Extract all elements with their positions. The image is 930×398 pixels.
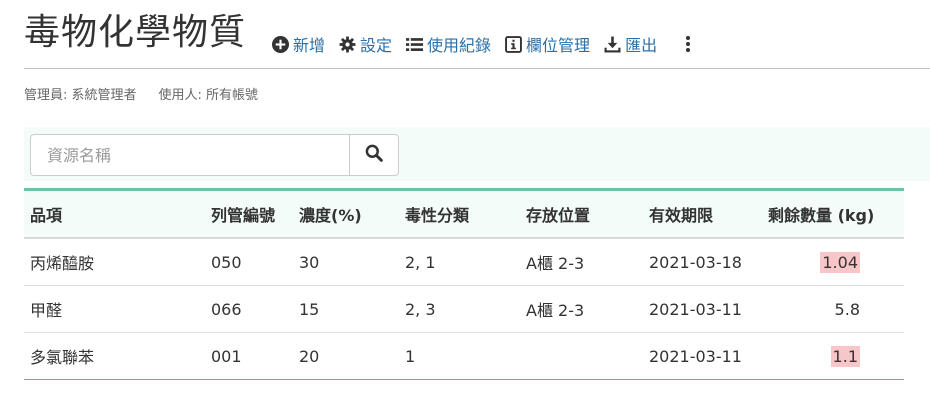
settings-button[interactable]: 設定	[339, 32, 392, 56]
low-quantity-badge: 1.04	[820, 251, 860, 273]
column-manage-button-label: 欄位管理	[526, 36, 591, 55]
inventory-table: 品項 列管編號 濃度(%) 毒性分類 存放位置 有效期限 剩餘數量 (kg) 丙…	[24, 188, 904, 380]
low-quantity-badge: 1.1	[830, 345, 860, 367]
column-header-id[interactable]: 列管編號	[205, 189, 293, 239]
cell-expiry: 2021-03-11	[643, 332, 751, 380]
quantity-value: 5.8	[834, 299, 860, 319]
cell-id: 001	[205, 332, 293, 380]
cell-item[interactable]: 丙烯醯胺	[24, 238, 205, 286]
cell-id: 050	[205, 238, 293, 286]
search-icon	[365, 144, 383, 166]
add-button[interactable]: 新增	[272, 32, 325, 56]
table-row[interactable]: 多氯聯苯 001 20 1 2021-03-11 1.1	[24, 332, 904, 380]
cell-remaining: 5.8	[751, 285, 904, 333]
export-button-label: 匯出	[625, 36, 658, 55]
toolbar: 新增 設定 使用紀錄 欄位管理 匯出	[272, 32, 695, 56]
cell-concentration: 15	[293, 285, 399, 333]
add-button-label: 新增	[293, 36, 326, 55]
cell-concentration: 30	[293, 238, 399, 286]
cell-toxicity: 2, 3	[399, 285, 520, 333]
admin-label: 管理員: 系統管理者	[24, 88, 137, 103]
column-manage-button[interactable]: 欄位管理	[505, 32, 590, 56]
cell-id: 066	[205, 285, 293, 333]
settings-button-label: 設定	[360, 36, 393, 55]
page-title: 毒物化學物質	[24, 12, 247, 53]
cell-remaining: 1.1	[751, 332, 904, 380]
info-icon	[505, 35, 522, 53]
user-label: 使用人: 所有帳號	[158, 88, 259, 103]
owner-info: 管理員: 系統管理者 使用人: 所有帳號	[24, 84, 258, 103]
column-header-remaining[interactable]: 剩餘數量 (kg)	[751, 189, 904, 239]
list-icon	[406, 36, 424, 53]
usage-log-button-label: 使用紀錄	[427, 36, 492, 55]
cell-expiry: 2021-03-18	[643, 238, 751, 286]
column-header-location[interactable]: 存放位置	[520, 189, 643, 239]
cell-location	[520, 332, 643, 380]
column-header-toxicity[interactable]: 毒性分類	[399, 189, 520, 239]
header-divider	[24, 68, 930, 69]
cell-location: A櫃 2-3	[520, 238, 643, 286]
search-button[interactable]	[349, 134, 399, 176]
cell-toxicity: 1	[399, 332, 520, 380]
cell-item[interactable]: 甲醛	[24, 285, 205, 333]
download-icon	[604, 36, 621, 53]
table-row[interactable]: 甲醛 066 15 2, 3 A櫃 2-3 2021-03-11 5.8	[24, 285, 904, 333]
cell-remaining: 1.04	[751, 238, 904, 286]
gear-icon	[339, 36, 356, 53]
column-header-expiry[interactable]: 有效期限	[643, 189, 751, 239]
usage-log-button[interactable]: 使用紀錄	[406, 32, 491, 56]
cell-location: A櫃 2-3	[520, 285, 643, 333]
search-input[interactable]	[30, 134, 350, 176]
vertical-ellipsis-icon[interactable]	[681, 34, 695, 54]
page-header: 毒物化學物質 新增 設定 使用紀錄 欄位管理 匯出	[0, 0, 930, 70]
page: 毒物化學物質 新增 設定 使用紀錄 欄位管理 匯出 管理員: 系統管理者 使用人…	[0, 0, 930, 398]
cell-expiry: 2021-03-11	[643, 285, 751, 333]
table-header-row: 品項 列管編號 濃度(%) 毒性分類 存放位置 有效期限 剩餘數量 (kg)	[24, 189, 904, 239]
column-header-item[interactable]: 品項	[24, 189, 205, 239]
plus-circle-icon	[272, 35, 289, 53]
export-button[interactable]: 匯出	[604, 32, 657, 56]
column-header-concentration[interactable]: 濃度(%)	[293, 189, 399, 239]
cell-toxicity: 2, 1	[399, 238, 520, 286]
search-bar	[24, 127, 930, 181]
table-row[interactable]: 丙烯醯胺 050 30 2, 1 A櫃 2-3 2021-03-18 1.04	[24, 238, 904, 286]
cell-concentration: 20	[293, 332, 399, 380]
cell-item[interactable]: 多氯聯苯	[24, 332, 205, 380]
